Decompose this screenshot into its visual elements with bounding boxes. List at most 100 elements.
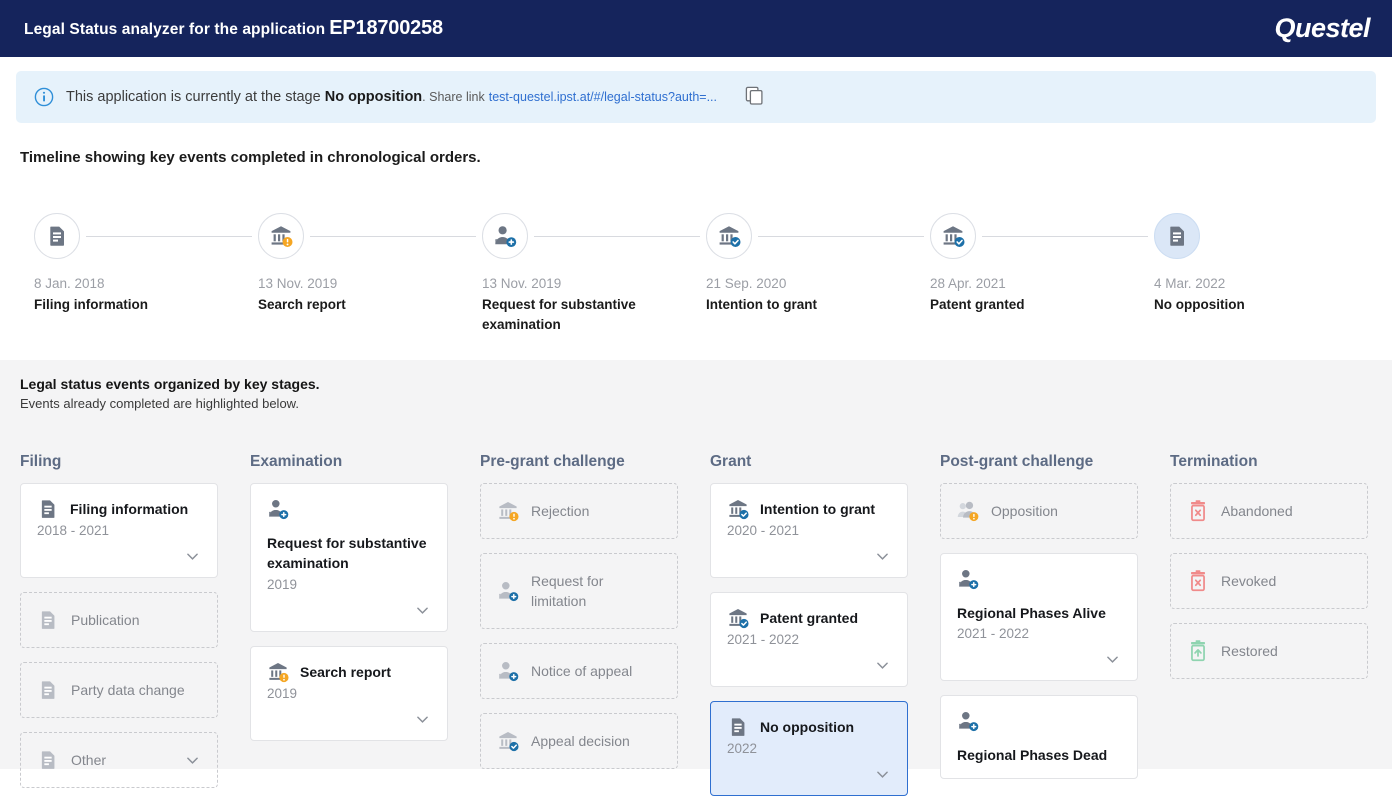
bank-check-icon (930, 213, 976, 259)
stage-card-head: Request for substantive examination (267, 498, 431, 574)
stage-card-label: Revoked (1221, 573, 1277, 590)
timeline-connector (86, 235, 252, 237)
stage-card-request-for-limitation[interactable]: Request for limitation (480, 553, 678, 629)
stage-card-years: 2021 - 2022 (727, 632, 800, 648)
stage-card-regional-phases-alive[interactable]: Regional Phases Alive 2021 - 2022 (940, 553, 1138, 682)
person-add-icon (497, 660, 519, 682)
people-warning-icon (957, 500, 979, 522)
timeline-node-search-report[interactable]: 13 Nov. 2019 Search report (258, 212, 482, 315)
timeline-node-row (34, 212, 258, 260)
stage-card-intention-to-grant[interactable]: Intention to grant 2020 - 2021 (710, 483, 908, 579)
questel-logo: Questel (1274, 13, 1370, 43)
stage-card-other[interactable]: Other (20, 732, 218, 789)
document-icon (37, 679, 59, 701)
application-number: EP18700258 (329, 17, 443, 39)
stage-card-revoked[interactable]: Revoked (1170, 553, 1368, 610)
stage-card-label: Patent granted (760, 610, 859, 627)
stage-column-filing: Filing Filing information 2018 - 2021 Pu… (20, 453, 250, 799)
timeline-node-intention-to-grant[interactable]: 21 Sep. 2020 Intention to grant (706, 212, 930, 315)
stage-card-regional-phases-dead[interactable]: Regional Phases Dead (940, 695, 1138, 779)
stage-card-years: 2019 (267, 685, 298, 701)
timeline-node-label: Request for substantive examination (482, 297, 636, 332)
stage-card-rejection[interactable]: Rejection (480, 483, 678, 540)
chevron-down-icon[interactable] (727, 548, 891, 565)
stage-card-years: 2021 - 2022 (957, 626, 1030, 642)
chevron-down-icon[interactable] (267, 602, 431, 619)
stages-title: Legal status events organized by key sta… (20, 376, 320, 393)
stage-card-patent-granted[interactable]: Patent granted 2021 - 2022 (710, 592, 908, 688)
chevron-down-icon[interactable] (37, 548, 201, 565)
share-link[interactable]: test-questel.ipst.at/#/legal-status?auth… (489, 90, 717, 104)
banner-text-before: This application is currently at the sta… (66, 89, 321, 105)
timeline-node-no-opposition[interactable]: 4 Mar. 2022 No opposition (1154, 212, 1245, 315)
stage-columns: Filing Filing information 2018 - 2021 Pu… (12, 453, 1380, 799)
page-title: Legal Status analyzer for the applicatio… (24, 17, 443, 40)
chevron-down-icon[interactable] (267, 711, 431, 728)
stage-card-label: Rejection (531, 503, 590, 520)
bank-check-icon (706, 213, 752, 259)
stage-card-label: Notice of appeal (531, 663, 633, 680)
timeline-node-row (1154, 212, 1245, 260)
trash-up-icon (1187, 640, 1209, 662)
chevron-down-icon[interactable] (727, 657, 891, 674)
timeline-node-date: 13 Nov. 2019 (258, 276, 338, 291)
stage-column-termination: Termination Abandoned Revoked Restored (1170, 453, 1392, 799)
timeline-node-row (706, 212, 930, 260)
stage-column-title: Pre-grant challenge (480, 453, 625, 471)
stage-column-pre-grant-challenge: Pre-grant challenge Rejection Request fo… (480, 453, 710, 799)
stage-card-label: Opposition (991, 503, 1058, 520)
stage-card-label: Appeal decision (531, 733, 630, 750)
timeline-node-row (482, 212, 706, 260)
copy-icon (745, 86, 764, 108)
timeline-node-filing-information[interactable]: 8 Jan. 2018 Filing information (34, 212, 258, 315)
stage-card-label: Regional Phases Alive (957, 605, 1106, 622)
bank-warning-icon (258, 213, 304, 259)
stage-card-restored[interactable]: Restored (1170, 623, 1368, 680)
stage-card-head: Regional Phases Dead (957, 710, 1121, 765)
stage-card-label: Filing information (70, 501, 189, 518)
stage-card-years: 2022 (727, 741, 758, 757)
chevron-down-icon[interactable] (727, 766, 891, 783)
stage-column-post-grant-challenge: Post-grant challenge Opposition Regional… (940, 453, 1170, 799)
stage-card-label: Other (71, 752, 107, 769)
stage-card-head: No opposition (727, 716, 891, 738)
timeline-node-date: 8 Jan. 2018 (34, 276, 105, 291)
stage-card-request-for-substantive-examination[interactable]: Request for substantive examination 2019 (250, 483, 448, 632)
status-banner-text: This application is currently at the sta… (66, 89, 717, 105)
stage-column-grant: Grant Intention to grant 2020 - 2021 Pat… (710, 453, 940, 799)
person-add-icon (497, 580, 519, 602)
stage-column-title: Examination (250, 453, 343, 471)
document-icon (727, 716, 749, 738)
copy-link-button[interactable] (741, 84, 767, 110)
stage-card-no-opposition[interactable]: No opposition 2022 (710, 701, 908, 797)
timeline-node-request-for-substantive-examination[interactable]: 13 Nov. 2019 Request for substantive exa… (482, 212, 706, 334)
person-add-icon (957, 568, 979, 590)
stage-card-party-data-change[interactable]: Party data change (20, 662, 218, 719)
bank-check-icon (727, 607, 749, 629)
bank-warning-icon (267, 661, 289, 683)
stage-card-notice-of-appeal[interactable]: Notice of appeal (480, 642, 678, 699)
document-icon (1154, 213, 1200, 259)
stage-card-label: Abandoned (1221, 503, 1293, 520)
chevron-down-icon[interactable] (957, 651, 1121, 668)
info-circle-icon (34, 87, 54, 107)
chevron-down-icon[interactable] (184, 752, 201, 769)
timeline-node-patent-granted[interactable]: 28 Apr. 2021 Patent granted (930, 212, 1154, 315)
timeline-node-label: Intention to grant (706, 297, 817, 312)
trash-x-icon (1187, 500, 1209, 522)
stage-card-filing-information[interactable]: Filing information 2018 - 2021 (20, 483, 218, 579)
stage-card-search-report[interactable]: Search report 2019 (250, 645, 448, 741)
stages-section: Legal status events organized by key sta… (0, 360, 1392, 797)
timeline-node-date: 21 Sep. 2020 (706, 276, 787, 291)
stage-card-abandoned[interactable]: Abandoned (1170, 483, 1368, 540)
stage-card-opposition[interactable]: Opposition (940, 483, 1138, 540)
stage-card-appeal-decision[interactable]: Appeal decision (480, 712, 678, 769)
stage-card-label: Party data change (71, 682, 185, 699)
person-add-icon (957, 710, 979, 732)
stage-card-head: Search report (267, 661, 431, 683)
document-icon (37, 749, 59, 771)
timeline-connector (982, 235, 1148, 237)
app-header: Legal Status analyzer for the applicatio… (0, 0, 1392, 57)
document-icon (37, 498, 59, 520)
stage-card-publication[interactable]: Publication (20, 592, 218, 649)
